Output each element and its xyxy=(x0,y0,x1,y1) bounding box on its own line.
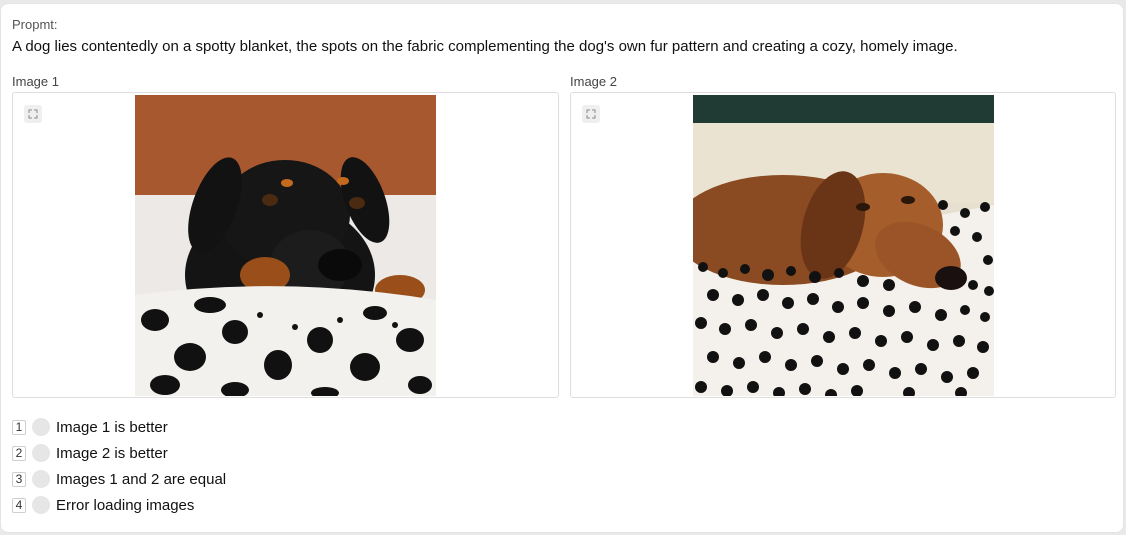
task-card: Propmt: A dog lies contentedly on a spot… xyxy=(0,3,1124,533)
hotkey-badge: 2 xyxy=(12,445,26,461)
radio-button[interactable] xyxy=(32,496,50,514)
option-image-2-better[interactable]: 2 Image 2 is better xyxy=(12,440,226,466)
hotkey-badge: 1 xyxy=(12,419,26,435)
answer-options: 1 Image 1 is better 2 Image 2 is better … xyxy=(12,414,226,518)
option-label[interactable]: Image 2 is better xyxy=(56,445,168,462)
radio-button[interactable] xyxy=(32,418,50,436)
hotkey-badge: 4 xyxy=(12,497,26,513)
image-1-photo xyxy=(135,95,436,396)
image-2-label: Image 2 xyxy=(570,74,617,89)
radio-button[interactable] xyxy=(32,470,50,488)
prompt-label: Propmt: xyxy=(12,17,58,32)
option-images-equal[interactable]: 3 Images 1 and 2 are equal xyxy=(12,466,226,492)
option-label[interactable]: Image 1 is better xyxy=(56,419,168,436)
option-image-1-better[interactable]: 1 Image 1 is better xyxy=(12,414,226,440)
radio-button[interactable] xyxy=(32,444,50,462)
image-2-photo xyxy=(693,95,994,396)
option-label[interactable]: Images 1 and 2 are equal xyxy=(56,471,226,488)
prompt-text: A dog lies contentedly on a spotty blank… xyxy=(12,38,958,55)
hotkey-badge: 3 xyxy=(12,471,26,487)
expand-icon[interactable] xyxy=(582,105,600,123)
image-2-panel xyxy=(570,92,1116,398)
image-1-label: Image 1 xyxy=(12,74,59,89)
image-1-panel xyxy=(12,92,559,398)
option-label[interactable]: Error loading images xyxy=(56,497,194,514)
option-error-loading[interactable]: 4 Error loading images xyxy=(12,492,226,518)
expand-icon[interactable] xyxy=(24,105,42,123)
